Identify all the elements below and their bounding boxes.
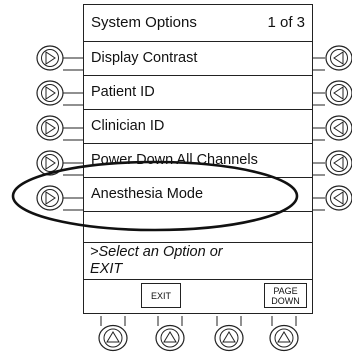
left-select-button-2[interactable] bbox=[36, 80, 83, 106]
option-label: Patient ID bbox=[91, 84, 155, 100]
play-up-icon bbox=[98, 316, 128, 352]
option-power-down-all-channels[interactable]: Power Down All Channels bbox=[84, 144, 312, 178]
play-left-icon bbox=[311, 185, 352, 211]
play-left-icon bbox=[311, 45, 352, 71]
option-clinician-id[interactable]: Clinician ID bbox=[84, 110, 312, 144]
option-label: Display Contrast bbox=[91, 50, 198, 66]
option-label: Anesthesia Mode bbox=[91, 186, 204, 202]
play-left-icon bbox=[311, 115, 352, 141]
play-right-icon bbox=[36, 80, 83, 106]
option-label: Clinician ID bbox=[91, 118, 165, 134]
right-select-button-5[interactable] bbox=[311, 185, 352, 211]
play-right-icon bbox=[36, 45, 83, 71]
softkey-bar: EXIT PAGE DOWN bbox=[84, 280, 312, 313]
option-display-contrast[interactable]: Display Contrast bbox=[84, 42, 312, 76]
right-select-button-3[interactable] bbox=[311, 115, 352, 141]
bottom-softkey-button-3[interactable] bbox=[213, 316, 245, 352]
option-patient-id[interactable]: Patient ID bbox=[84, 76, 312, 110]
prompt-text: >Select an Option or EXIT bbox=[90, 244, 223, 277]
display-screen: System Options 1 of 3 Display Contrast P… bbox=[83, 4, 313, 314]
play-right-icon bbox=[36, 185, 83, 211]
play-up-icon bbox=[269, 316, 299, 352]
play-up-icon bbox=[155, 316, 185, 352]
page-indicator: 1 of 3 bbox=[267, 14, 305, 31]
exit-softkey[interactable]: EXIT bbox=[141, 283, 181, 308]
play-right-icon bbox=[36, 115, 83, 141]
page-down-softkey[interactable]: PAGE DOWN bbox=[264, 283, 307, 308]
prompt-area: >Select an Option or EXIT bbox=[84, 242, 312, 280]
right-select-button-2[interactable] bbox=[311, 80, 352, 106]
left-select-button-1[interactable] bbox=[36, 45, 83, 71]
play-left-icon bbox=[311, 80, 352, 106]
screen-title: System Options bbox=[91, 14, 197, 31]
left-select-button-3[interactable] bbox=[36, 115, 83, 141]
play-up-icon bbox=[214, 316, 244, 352]
screen-header: System Options 1 of 3 bbox=[84, 5, 312, 42]
play-right-icon bbox=[36, 150, 83, 176]
bottom-softkey-button-2[interactable] bbox=[154, 316, 186, 352]
bottom-softkey-button-1[interactable] bbox=[97, 316, 129, 352]
play-left-icon bbox=[311, 150, 352, 176]
left-select-button-5[interactable] bbox=[36, 185, 83, 211]
option-anesthesia-mode[interactable]: Anesthesia Mode bbox=[84, 178, 312, 212]
option-label: Power Down All Channels bbox=[91, 152, 258, 168]
right-select-button-4[interactable] bbox=[311, 150, 352, 176]
bottom-softkey-button-4[interactable] bbox=[268, 316, 300, 352]
right-select-button-1[interactable] bbox=[311, 45, 352, 71]
left-select-button-4[interactable] bbox=[36, 150, 83, 176]
